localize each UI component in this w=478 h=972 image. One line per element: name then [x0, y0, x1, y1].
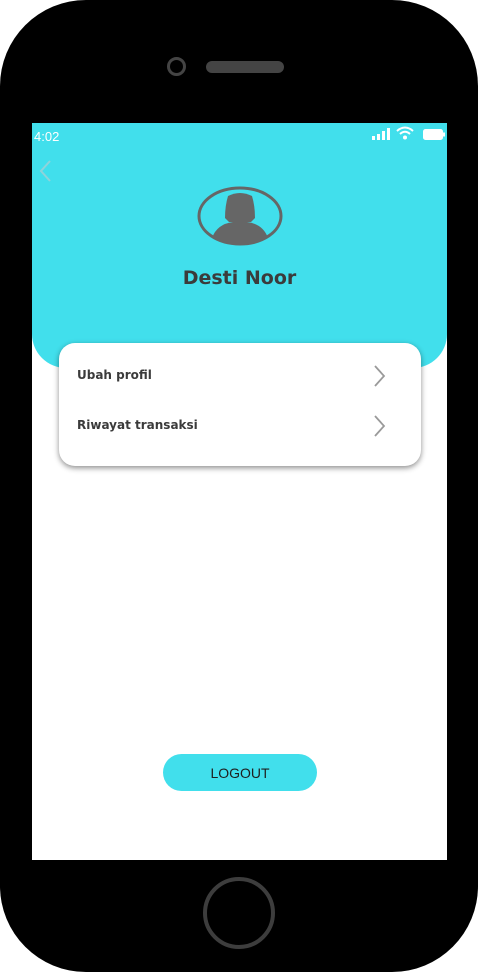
wifi-icon — [396, 126, 414, 140]
chevron-right-icon — [374, 415, 386, 437]
user-name: Desti Noor — [182, 267, 297, 289]
profile-menu-card: Ubah profil Riwayat transaksi — [59, 343, 421, 466]
menu-item-edit-profile[interactable]: Ubah profil — [59, 351, 421, 401]
battery-icon — [423, 129, 445, 140]
logout-button[interactable]: LOGOUT — [163, 754, 317, 791]
menu-item-label: Ubah profil — [77, 368, 152, 382]
chevron-left-icon[interactable] — [38, 159, 52, 183]
app-screen: 4:02 Desti Noor Ubah profil Riwayat tran… — [32, 123, 447, 860]
user-avatar-icon — [197, 186, 283, 246]
home-button[interactable] — [203, 877, 275, 949]
camera-icon — [167, 57, 186, 76]
speaker-grille — [206, 61, 284, 73]
status-bar: 4:02 — [32, 123, 447, 149]
status-time: 4:02 — [34, 129, 60, 144]
phone-frame: 4:02 Desti Noor Ubah profil Riwayat tran… — [0, 0, 478, 972]
menu-item-transaction-history[interactable]: Riwayat transaksi — [59, 401, 421, 451]
menu-item-label: Riwayat transaksi — [77, 418, 198, 432]
chevron-right-icon — [374, 365, 386, 387]
signal-icon — [372, 128, 390, 140]
